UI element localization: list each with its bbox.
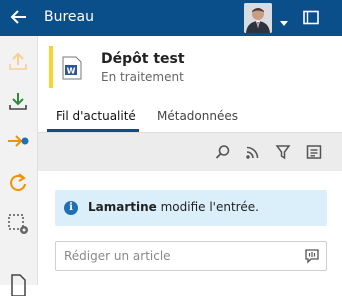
arrow-left-icon [10,10,26,24]
rss-icon [246,146,259,159]
tab-activity-feed[interactable]: Fil d'actualité [56,109,136,123]
download-icon [9,93,27,110]
document-button[interactable] [6,272,30,297]
list-view-icon [306,145,322,159]
download-button[interactable] [6,89,30,113]
tab-bar: Fil d'actualité Métadonnées [38,102,342,133]
selection-settings-icon [8,214,28,234]
upload-icon [9,52,27,70]
document-status: En traitement [101,70,184,84]
document-header: W Dépôt test En traitement [38,36,342,102]
refresh-icon [10,173,26,191]
speech-bubble-icon [305,249,319,264]
article-input[interactable] [64,247,292,265]
tab-metadata[interactable]: Métadonnées [157,109,238,123]
feed-entry-action: modifie l'entrée. [156,200,259,214]
filter-icon [275,145,291,160]
upload-button[interactable] [6,49,30,73]
search-button[interactable] [215,144,231,160]
main-panel: W Dépôt test En traitement Fil d'actuali… [38,36,342,285]
word-document-icon: W [62,56,82,80]
app-title: Bureau [44,9,94,25]
selection-settings-button[interactable] [6,212,30,236]
back-button[interactable] [8,6,30,28]
filter-button[interactable] [275,144,291,160]
panel-toggle-icon [303,10,319,25]
info-icon: i [64,201,78,215]
list-view-button[interactable] [306,144,322,160]
top-bar: Bureau [0,0,342,36]
forward-button[interactable] [6,129,30,153]
feed-toolbar [38,133,342,171]
feed-entry-user[interactable]: Lamartine [88,200,157,214]
status-accent-bar [49,46,53,88]
action-sidebar [0,36,38,297]
document-title: Dépôt test [101,51,185,67]
search-icon [215,145,230,159]
article-composer [55,241,327,271]
rss-button[interactable] [245,144,261,160]
feed-entry-text: Lamartine modifie l'entrée. [88,200,259,214]
post-comment-button[interactable] [304,248,320,264]
account-menu-button[interactable] [279,13,289,26]
feed-entry-notice: i Lamartine modifie l'entrée. [55,190,327,226]
active-tab-indicator [47,129,139,132]
panel-toggle-button[interactable] [303,10,319,25]
document-icon [11,274,26,297]
avatar[interactable] [244,3,272,33]
arrow-to-dot-icon [8,135,29,147]
caret-down-icon [280,21,288,26]
svg-text:W: W [67,67,76,76]
refresh-button[interactable] [6,171,30,195]
